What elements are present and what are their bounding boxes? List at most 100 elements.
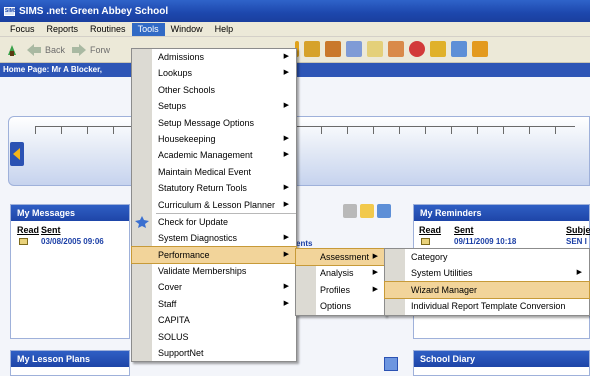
- menu-item-check-for-update[interactable]: Check for Update: [132, 214, 296, 230]
- menu-item-system-diagnostics[interactable]: System Diagnostics ▶: [132, 230, 296, 246]
- my-lesson-plans-title: My Lesson Plans: [11, 351, 129, 367]
- menu-focus[interactable]: Focus: [4, 23, 41, 36]
- menu-item-category[interactable]: Category: [385, 249, 589, 265]
- submenu-arrow-icon: ▶: [283, 53, 289, 60]
- messages-col-sent[interactable]: Sent: [41, 225, 61, 235]
- envelope-icon: [19, 238, 28, 245]
- books-icon[interactable]: [451, 41, 467, 57]
- school-diary-panel: School Diary: [413, 350, 590, 376]
- menu-item-label: Statutory Return Tools: [158, 183, 247, 194]
- menu-item-setups[interactable]: Setups ▶: [132, 98, 296, 114]
- menu-item-capita[interactable]: CAPITA: [132, 312, 296, 328]
- menu-item-solus[interactable]: SOLUS: [132, 329, 296, 345]
- menu-item-profiles[interactable]: Profiles ▶: [296, 282, 385, 298]
- calendar-icon[interactable]: [384, 357, 398, 371]
- forward-button[interactable]: Forw: [71, 43, 110, 57]
- calendar-prev-button[interactable]: [10, 142, 24, 166]
- menu-item-assessment[interactable]: Assessment ▶: [295, 247, 386, 267]
- submenu-arrow-icon: ▶: [576, 269, 582, 277]
- submenu-arrow-icon: ▶: [283, 184, 289, 192]
- toolbar-icon-group: [295, 41, 493, 57]
- title-bar: SIMS SIMS .net: Green Abbey School: [0, 0, 590, 22]
- menu-item-maintain-medical-event[interactable]: Maintain Medical Event: [132, 164, 296, 180]
- menu-item-statutory-return-tools[interactable]: Statutory Return Tools ▶: [132, 180, 296, 196]
- staff-icon[interactable]: [346, 41, 362, 57]
- menu-item-label: CAPITA: [158, 315, 190, 326]
- pen-icon[interactable]: [343, 204, 357, 218]
- menu-window[interactable]: Window: [165, 23, 209, 36]
- windows-icon[interactable]: [377, 204, 391, 218]
- menu-item-setup-message-options[interactable]: Setup Message Options: [132, 115, 296, 131]
- performance-submenu: Assessment ▶ Analysis ▶ Profiles ▶ Options: [295, 247, 386, 316]
- menu-item-label: Check for Update: [158, 216, 229, 227]
- assessment-submenu: Category System Utilities ▶ Wizard Manage…: [384, 248, 590, 316]
- menu-item-cover[interactable]: Cover ▶: [132, 279, 296, 295]
- back-label: Back: [45, 44, 66, 55]
- menu-item-staff[interactable]: Staff ▶: [132, 296, 296, 312]
- envelope-icon: [421, 238, 430, 245]
- reminders-col-sent[interactable]: Sent: [454, 225, 474, 235]
- menu-item-label: Maintain Medical Event: [158, 166, 252, 177]
- documents-link[interactable]: ents: [296, 239, 312, 248]
- my-messages-panel: My Messages Read Sent 03/08/2005 09:06: [10, 204, 130, 339]
- school-diary-title: School Diary: [414, 351, 589, 367]
- menu-item-wizard-manager[interactable]: Wizard Manager: [384, 280, 590, 300]
- menu-item-label: Wizard Manager: [411, 284, 478, 295]
- menu-item-label: Category: [411, 252, 448, 262]
- folder-icon[interactable]: [360, 204, 374, 218]
- notes-icon[interactable]: [367, 41, 383, 57]
- menu-item-individual-report-template-conversion[interactable]: Individual Report Template Conversion: [385, 298, 589, 314]
- flag-icon[interactable]: [472, 41, 488, 57]
- messages-row-sent[interactable]: 03/08/2005 09:06: [41, 237, 104, 246]
- contacts-icon[interactable]: [325, 41, 341, 57]
- menu-item-label: System Diagnostics: [158, 233, 238, 244]
- people-icon[interactable]: [388, 41, 404, 57]
- menu-item-validate-memberships[interactable]: Validate Memberships: [132, 263, 296, 279]
- submenu-arrow-icon: ▶: [372, 285, 378, 293]
- menu-item-analysis[interactable]: Analysis ▶: [296, 265, 385, 281]
- submenu-arrow-icon: ▶: [283, 69, 289, 77]
- menu-item-label: Performance: [158, 249, 210, 260]
- menu-item-supportnet[interactable]: SupportNet: [132, 345, 296, 361]
- menu-item-admissions[interactable]: Admissions ▶: [132, 49, 296, 65]
- menu-item-curriculum-lesson-planner[interactable]: Curriculum & Lesson Planner ▶: [132, 197, 296, 213]
- menu-item-label: Admissions: [158, 52, 205, 62]
- menu-item-performance[interactable]: Performance ▶: [131, 245, 297, 265]
- messages-col-read[interactable]: Read: [17, 225, 39, 235]
- menu-item-label: Staff: [158, 298, 177, 309]
- menu-help[interactable]: Help: [209, 23, 240, 36]
- my-reminders-title: My Reminders: [414, 205, 589, 221]
- menu-tools[interactable]: Tools: [131, 22, 165, 36]
- reminders-row-sent[interactable]: 09/11/2009 10:18: [454, 237, 516, 246]
- menu-item-label: SupportNet: [158, 348, 204, 359]
- reminders-col-subject[interactable]: Subje: [566, 225, 590, 235]
- menu-item-label: Analysis: [320, 268, 354, 279]
- reminders-col-read[interactable]: Read: [419, 225, 441, 235]
- sims-app-icon: SIMS: [4, 6, 18, 16]
- home-icon[interactable]: [6, 43, 18, 57]
- reminders-row-subject[interactable]: SEN I: [566, 237, 587, 246]
- menu-item-housekeeping[interactable]: Housekeeping ▶: [132, 131, 296, 147]
- update-icon: [135, 215, 149, 228]
- menu-item-lookups[interactable]: Lookups ▶: [132, 65, 296, 81]
- menu-item-label: Assessment: [320, 252, 370, 262]
- submenu-arrow-icon: ▶: [283, 299, 289, 307]
- menu-routines[interactable]: Routines: [84, 23, 132, 36]
- menu-item-other-schools[interactable]: Other Schools: [132, 82, 296, 98]
- submenu-arrow-icon: ▶: [283, 102, 289, 110]
- menu-item-options[interactable]: Options: [296, 298, 385, 314]
- menu-item-label: Validate Memberships: [158, 266, 247, 277]
- menu-item-label: Options: [320, 301, 352, 312]
- no-entry-icon[interactable]: [409, 41, 425, 57]
- puzzle-icon[interactable]: [430, 41, 446, 57]
- back-button[interactable]: Back: [26, 43, 65, 57]
- menu-item-label: SOLUS: [158, 331, 189, 342]
- students-icon[interactable]: [304, 41, 320, 57]
- my-messages-title: My Messages: [11, 205, 129, 221]
- submenu-arrow-icon: ▶: [283, 151, 289, 159]
- menu-item-system-utilities[interactable]: System Utilities ▶: [385, 265, 589, 281]
- menu-reports[interactable]: Reports: [41, 23, 85, 36]
- menu-item-academic-management[interactable]: Academic Management ▶: [132, 147, 296, 163]
- submenu-arrow-icon: ▶: [283, 250, 289, 258]
- window-title: SIMS .net: Green Abbey School: [19, 5, 169, 17]
